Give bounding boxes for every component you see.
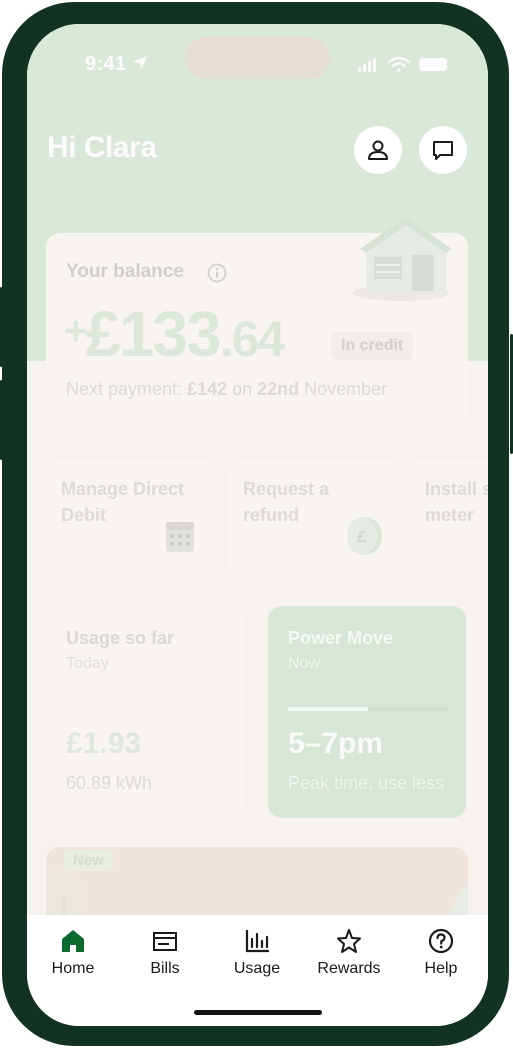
account-button[interactable]: [354, 126, 402, 174]
tab-label: Help: [424, 960, 458, 977]
bills-icon: [153, 932, 177, 951]
battery-icon: [419, 58, 447, 71]
request-refund-card[interactable]: Request a refund £: [228, 460, 398, 577]
balance-pounds: £133: [85, 298, 221, 370]
balance-label: Your balance: [66, 261, 184, 282]
balance-pence: .64: [219, 311, 286, 367]
home-indicator: [194, 1010, 322, 1015]
messages-button[interactable]: [419, 126, 467, 174]
credit-status-badge: In credit: [331, 332, 414, 360]
tab-label: Bills: [150, 960, 180, 977]
power-move-window: 5–7pm: [288, 727, 384, 760]
tab-label: Home: [51, 960, 95, 977]
usage-energy: 60.89 kWh: [66, 773, 153, 793]
home-icon: [62, 930, 84, 952]
chat-icon: [433, 141, 453, 160]
new-badge: New: [64, 850, 113, 871]
power-move-progress-fill: [288, 707, 368, 711]
side-button: [0, 380, 3, 460]
power-move-period: Now: [288, 655, 321, 672]
power-move-progress: [288, 707, 448, 711]
house-illustration: [353, 217, 452, 301]
tab-label: Usage: [233, 960, 281, 977]
signal-icon: [358, 58, 376, 72]
location-arrow-icon: [133, 56, 148, 70]
side-button: [0, 287, 3, 367]
svg-text:£: £: [357, 527, 367, 546]
usage-cost: £1.93: [66, 727, 142, 760]
calendar-icon: [166, 522, 194, 552]
action-label: Install smart meter: [425, 479, 488, 525]
balance-amount: +£133.64: [64, 297, 286, 371]
tab-home[interactable]: Home: [27, 927, 119, 978]
install-smart-meter-card[interactable]: Install smart meter: [410, 460, 488, 577]
power-move-title: Power Move: [288, 628, 394, 648]
power-move-tile[interactable]: Power Move Now 5–7pm Peak time, use less: [268, 606, 466, 818]
greeting-title: Hi Clara: [47, 131, 157, 164]
help-icon: [428, 928, 454, 954]
pound-coin-icon: £: [347, 517, 382, 555]
app-screen: 9:41 Hi Clara Your balance +£133.64 In c…: [27, 24, 488, 1026]
balance-sign: +: [64, 309, 87, 353]
dynamic-island: [185, 37, 330, 79]
next-payment-text: Next payment: £142 on 22nd November: [66, 379, 388, 399]
usage-chart-icon: [245, 929, 270, 953]
tab-bills[interactable]: Bills: [119, 927, 211, 978]
usage-title: Usage so far: [66, 628, 175, 648]
status-icons: [358, 56, 447, 72]
status-time: 9:41: [85, 53, 148, 76]
power-move-note: Peak time, use less: [288, 773, 445, 793]
user-icon: [368, 140, 388, 160]
tab-label: Rewards: [317, 960, 381, 977]
tab-help[interactable]: Help: [395, 927, 487, 978]
balance-card[interactable]: Your balance +£133.64 In credit Next pay…: [46, 217, 468, 429]
manage-direct-debit-card[interactable]: Manage Direct Debit: [46, 460, 216, 577]
wifi-icon: [387, 56, 411, 72]
usage-tile[interactable]: Usage so far Today £1.93 60.89 kWh: [46, 606, 244, 818]
info-icon[interactable]: [207, 263, 227, 283]
tab-usage[interactable]: Usage: [211, 927, 303, 978]
star-icon: [337, 929, 361, 953]
usage-period: Today: [66, 655, 109, 672]
tab-rewards[interactable]: Rewards: [303, 927, 395, 978]
